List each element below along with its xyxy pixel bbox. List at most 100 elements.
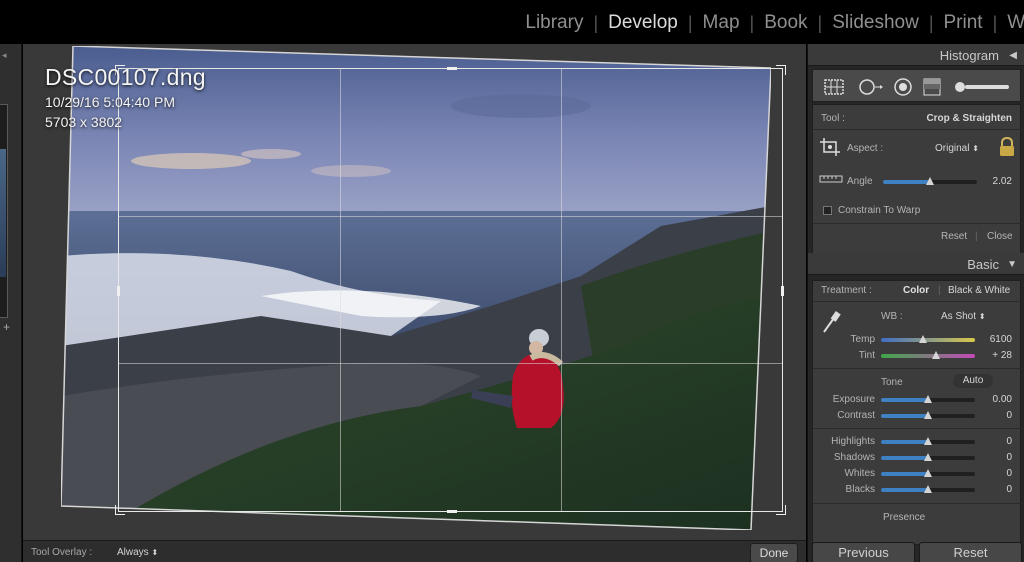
- blacks-slider-thumb[interactable]: [924, 485, 932, 493]
- whites-slider-fill: [881, 472, 928, 476]
- temp-slider[interactable]: [881, 335, 975, 343]
- previous-button[interactable]: Previous: [812, 542, 915, 562]
- temp-slider-thumb[interactable]: [919, 335, 928, 343]
- red-eye-icon[interactable]: [893, 78, 913, 101]
- highlights-label: Highlights: [831, 436, 875, 447]
- add-preset-icon[interactable]: +: [3, 320, 10, 334]
- right-panel: Histogram ◀ Tool : Crop & Straighten Asp…: [807, 44, 1024, 562]
- basic-header[interactable]: Basic ▼: [808, 253, 1024, 275]
- treatment-bw-button[interactable]: Black & White: [948, 285, 1010, 296]
- shadows-slider[interactable]: [881, 453, 975, 461]
- blacks-slider[interactable]: [881, 485, 975, 493]
- tool-label: Tool :: [821, 113, 845, 124]
- image-canvas[interactable]: DSC00107.dng 10/29/16 5:04:40 PM 5703 x …: [23, 44, 806, 540]
- bottom-buttons: Previous Reset: [808, 542, 1024, 562]
- highlights-slider[interactable]: [881, 437, 975, 445]
- contrast-value[interactable]: 0: [1006, 410, 1012, 421]
- photo-dimensions: 5703 x 3802: [45, 114, 123, 130]
- histogram-header[interactable]: Histogram ◀: [808, 44, 1024, 66]
- wb-label: WB :: [881, 311, 903, 322]
- photo-datetime: 10/29/16 5:04:40 PM: [45, 94, 175, 110]
- canvas-toolbar: Tool Overlay : Always ⬍ Done: [23, 540, 806, 562]
- straighten-tool-icon[interactable]: [819, 171, 843, 192]
- crop-handle-top[interactable]: [447, 67, 457, 70]
- exposure-slider[interactable]: [881, 395, 975, 403]
- auto-tone-button[interactable]: Auto: [953, 374, 993, 388]
- highlights-slider-thumb[interactable]: [924, 437, 932, 445]
- blacks-value[interactable]: 0: [1006, 484, 1012, 495]
- wb-select[interactable]: As Shot ⬍: [941, 311, 986, 322]
- shadows-slider-thumb[interactable]: [924, 453, 932, 461]
- divider: [813, 503, 1022, 504]
- whites-value[interactable]: 0: [1006, 468, 1012, 479]
- treatment-color-button[interactable]: Color: [903, 285, 929, 296]
- temp-value[interactable]: 6100: [990, 334, 1012, 345]
- divider: [813, 301, 1022, 302]
- navigator-preview[interactable]: [0, 104, 8, 318]
- crop-close-button[interactable]: Close: [987, 231, 1013, 242]
- shadows-value[interactable]: 0: [1006, 452, 1012, 463]
- module-library[interactable]: Library: [515, 12, 593, 34]
- lock-icon[interactable]: [998, 136, 1016, 162]
- crop-panel: Tool : Crop & Straighten Aspect : Origin…: [812, 104, 1022, 254]
- tool-overlay-value: Always: [117, 547, 149, 558]
- divider: [813, 428, 1022, 429]
- contrast-slider-thumb[interactable]: [924, 411, 932, 419]
- aspect-value: Original: [935, 143, 970, 154]
- button-separator: |: [975, 231, 978, 242]
- exposure-value[interactable]: 0.00: [993, 394, 1012, 405]
- module-nav: Library | Develop | Map | Book | Slidesh…: [515, 10, 1024, 36]
- crop-grid-line: [339, 69, 341, 511]
- tint-value[interactable]: + 28: [992, 350, 1012, 361]
- shadows-label: Shadows: [833, 452, 875, 463]
- angle-value[interactable]: 2.02: [993, 176, 1012, 187]
- highlights-value[interactable]: 0: [1006, 436, 1012, 447]
- crop-grid-line: [119, 216, 782, 218]
- module-book[interactable]: Book: [754, 12, 817, 34]
- whites-slider-thumb[interactable]: [924, 469, 932, 477]
- presence-label: Presence: [883, 512, 926, 523]
- crop-reset-button[interactable]: Reset: [941, 231, 967, 242]
- spot-removal-icon[interactable]: [858, 78, 884, 101]
- done-button[interactable]: Done: [750, 543, 798, 562]
- contrast-slider[interactable]: [881, 411, 975, 419]
- crop-handle-bottom-left[interactable]: [115, 505, 125, 515]
- crop-grid-line: [560, 69, 562, 511]
- exposure-slider-thumb[interactable]: [924, 395, 932, 403]
- module-slideshow[interactable]: Slideshow: [822, 12, 929, 34]
- module-web[interactable]: Web: [997, 12, 1024, 34]
- histogram-title: Histogram: [939, 48, 999, 63]
- crop-handle-top-right[interactable]: [776, 65, 786, 75]
- graduated-filter-icon[interactable]: [921, 78, 943, 101]
- module-print[interactable]: Print: [934, 12, 993, 34]
- tool-overlay-select[interactable]: Always ⬍: [117, 547, 158, 558]
- photo-filename: DSC00107.dng: [45, 64, 206, 90]
- reset-button[interactable]: Reset: [919, 542, 1022, 562]
- angle-label: Angle: [847, 176, 873, 187]
- left-panel-collapse-icon[interactable]: ◂: [2, 50, 7, 61]
- wb-eyedropper-icon[interactable]: [821, 309, 843, 340]
- angle-slider-thumb[interactable]: [926, 177, 934, 185]
- angle-slider[interactable]: [883, 177, 977, 185]
- aspect-select[interactable]: Original ⬍: [935, 143, 979, 154]
- contrast-slider-fill: [881, 414, 928, 418]
- crop-handle-right[interactable]: [781, 286, 784, 296]
- tint-label: Tint: [858, 350, 875, 361]
- crop-overlay-icon[interactable]: [823, 78, 845, 101]
- module-develop[interactable]: Develop: [598, 12, 688, 34]
- adjustment-brush-icon[interactable]: [953, 78, 1013, 101]
- constrain-checkbox[interactable]: [823, 206, 832, 215]
- tint-slider[interactable]: [881, 351, 975, 359]
- tool-overlay-label: Tool Overlay :: [31, 547, 93, 558]
- crop-handle-bottom[interactable]: [447, 510, 457, 513]
- crop-frame[interactable]: [115, 65, 786, 515]
- crop-handle-bottom-right[interactable]: [776, 505, 786, 515]
- whites-slider[interactable]: [881, 469, 975, 477]
- crop-handle-left[interactable]: [117, 286, 120, 296]
- tint-slider-thumb[interactable]: [931, 351, 940, 359]
- crop-frame-tool-icon[interactable]: [819, 137, 841, 162]
- module-bar: Library | Develop | Map | Book | Slidesh…: [0, 0, 1024, 44]
- shadows-slider-fill: [881, 456, 928, 460]
- module-map[interactable]: Map: [693, 12, 750, 34]
- photo-info-overlay: DSC00107.dng 10/29/16 5:04:40 PM 5703 x …: [45, 64, 206, 130]
